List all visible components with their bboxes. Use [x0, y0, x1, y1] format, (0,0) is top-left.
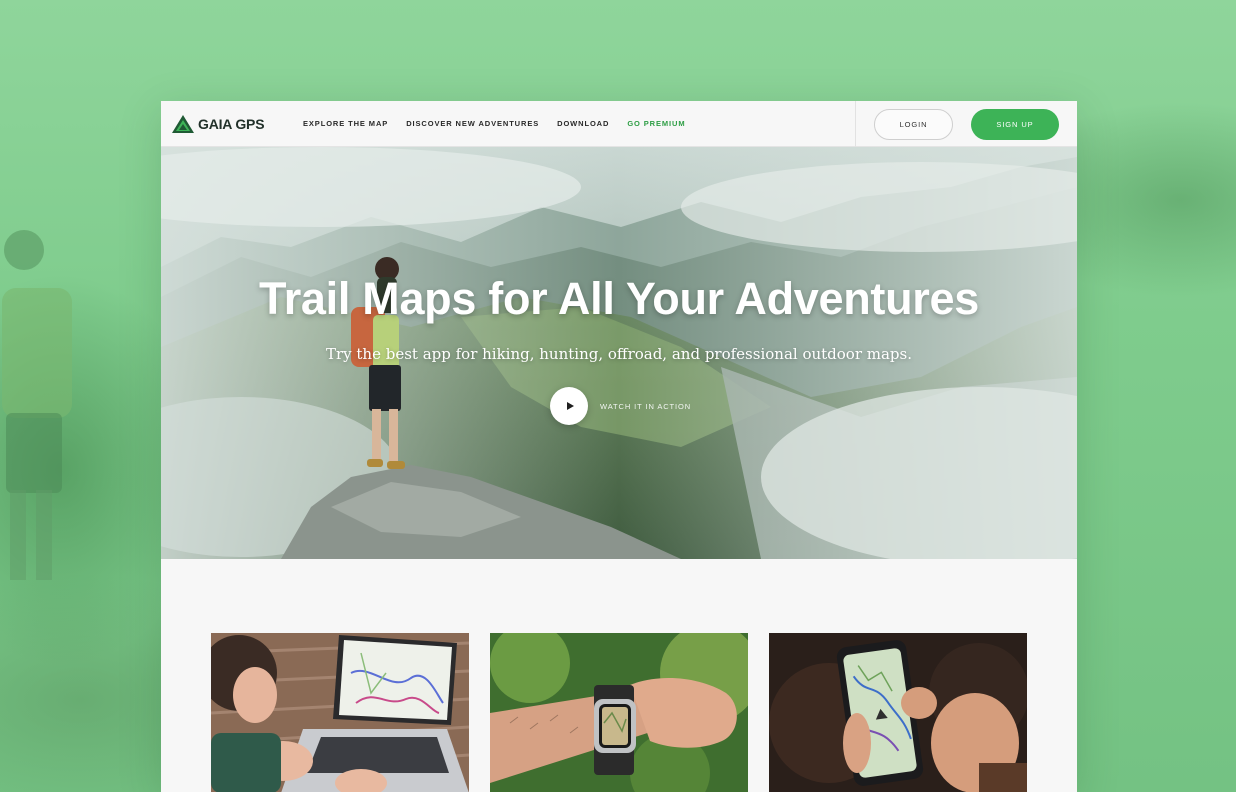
- mountain-logo-icon: [172, 115, 194, 133]
- main-nav: EXPLORE THE MAP DISCOVER NEW ADVENTURES …: [303, 119, 704, 128]
- play-icon: [566, 402, 574, 410]
- card-laptop-map[interactable]: [211, 633, 469, 792]
- smartwatch-image: [490, 633, 748, 792]
- brand-logo[interactable]: GAIA GPS: [172, 114, 265, 134]
- nav-download[interactable]: DOWNLOAD: [557, 119, 609, 128]
- nav-explore-map[interactable]: EXPLORE THE MAP: [303, 119, 388, 128]
- hero-section: Trail Maps for All Your Adventures Try t…: [161, 147, 1077, 559]
- nav-divider: [855, 101, 856, 147]
- phone-map-image: [769, 633, 1027, 792]
- watch-video-label[interactable]: WATCH IT IN ACTION: [600, 402, 691, 411]
- card-phone-map[interactable]: [769, 633, 1027, 792]
- nav-discover-adventures[interactable]: DISCOVER NEW ADVENTURES: [406, 119, 539, 128]
- feature-cards: [211, 633, 1027, 792]
- nav-go-premium[interactable]: GO PREMIUM: [627, 119, 685, 128]
- login-button[interactable]: LOGIN: [874, 109, 953, 140]
- laptop-map-image: [211, 633, 469, 792]
- hero-subtitle: Try the best app for hiking, hunting, of…: [325, 345, 913, 363]
- hero-title: Trail Maps for All Your Adventures: [259, 273, 979, 324]
- signup-button[interactable]: SIGN UP: [971, 109, 1059, 140]
- background-hiker-image: [2, 230, 72, 580]
- card-smartwatch[interactable]: [490, 633, 748, 792]
- play-video-button[interactable]: [550, 387, 588, 425]
- browser-window: GAIA GPS EXPLORE THE MAP DISCOVER NEW AD…: [161, 101, 1077, 792]
- top-navbar: GAIA GPS EXPLORE THE MAP DISCOVER NEW AD…: [161, 101, 1077, 147]
- brand-name: GAIA GPS: [198, 116, 265, 132]
